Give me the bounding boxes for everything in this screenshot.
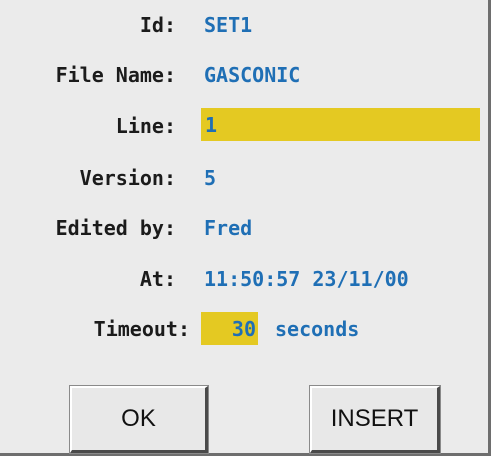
timeout-unit: seconds bbox=[275, 317, 360, 341]
insert-button-label: INSERT bbox=[330, 405, 419, 432]
edited-by-value: Fred bbox=[204, 216, 253, 240]
ok-button-label: OK bbox=[121, 405, 156, 432]
edited-by-label: Edited by: bbox=[55, 216, 176, 240]
timeout-value: 30 bbox=[231, 317, 256, 341]
line-field[interactable]: 1 bbox=[201, 108, 480, 141]
line-label: Line: bbox=[115, 114, 176, 138]
ok-button[interactable]: OK bbox=[69, 385, 209, 454]
file-name-label: File Name: bbox=[55, 63, 176, 87]
line-value: 1 bbox=[205, 113, 218, 137]
settings-dialog: Id: SET1 File Name: GASCONIC Line: 1 Ver… bbox=[0, 0, 491, 456]
id-value: SET1 bbox=[204, 13, 253, 37]
version-value: 5 bbox=[204, 166, 217, 190]
file-name-value: GASCONIC bbox=[204, 63, 301, 87]
timeout-field[interactable]: 30 bbox=[201, 312, 258, 345]
insert-button[interactable]: INSERT bbox=[309, 385, 441, 454]
version-label: Version: bbox=[79, 166, 176, 190]
at-label: At: bbox=[139, 267, 176, 291]
at-value: 11:50:57 23/11/00 bbox=[204, 267, 409, 291]
id-label: Id: bbox=[139, 13, 176, 37]
timeout-label: Timeout: bbox=[93, 317, 190, 341]
